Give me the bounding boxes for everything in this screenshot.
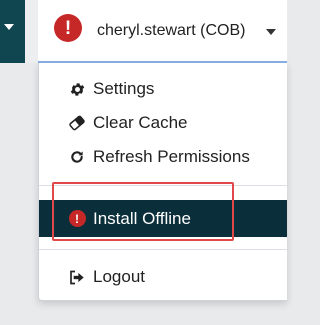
menu-divider [39,185,287,186]
menu-item-label: Install Offline [93,208,191,228]
top-navbar: ! cheryl.stewart (COB) [0,0,287,63]
user-menu-toggle[interactable]: ! cheryl.stewart (COB) [38,0,287,63]
refresh-icon [65,149,89,165]
menu-item-label: Refresh Permissions [93,147,250,166]
menu-item-install-offline[interactable]: ! Install Offline [39,200,287,237]
nav-dropdown-toggle[interactable] [0,0,25,63]
screen: ! cheryl.stewart (COB) Settings Clear Ca… [0,0,287,325]
gear-icon [65,81,89,98]
menu-divider [39,249,287,250]
menu-item-label: Clear Cache [93,113,188,132]
alert-circle-icon: ! [65,210,89,227]
menu-item-label: Logout [93,267,145,286]
menu-item-refresh-permissions[interactable]: Refresh Permissions [39,142,287,172]
navbar-gap [25,0,38,63]
sign-out-icon [65,270,89,285]
caret-down-icon [4,24,14,30]
caret-down-icon [266,29,276,35]
user-name-label: cheryl.stewart (COB) [97,22,246,39]
user-dropdown-menu: Settings Clear Cache Refresh Permissions… [38,63,287,301]
menu-item-logout[interactable]: Logout [39,262,287,292]
menu-item-label: Settings [93,79,155,98]
alert-circle-icon: ! [54,14,82,42]
menu-item-clear-cache[interactable]: Clear Cache [39,108,287,138]
eraser-icon [65,115,89,131]
menu-item-settings[interactable]: Settings [39,74,287,104]
